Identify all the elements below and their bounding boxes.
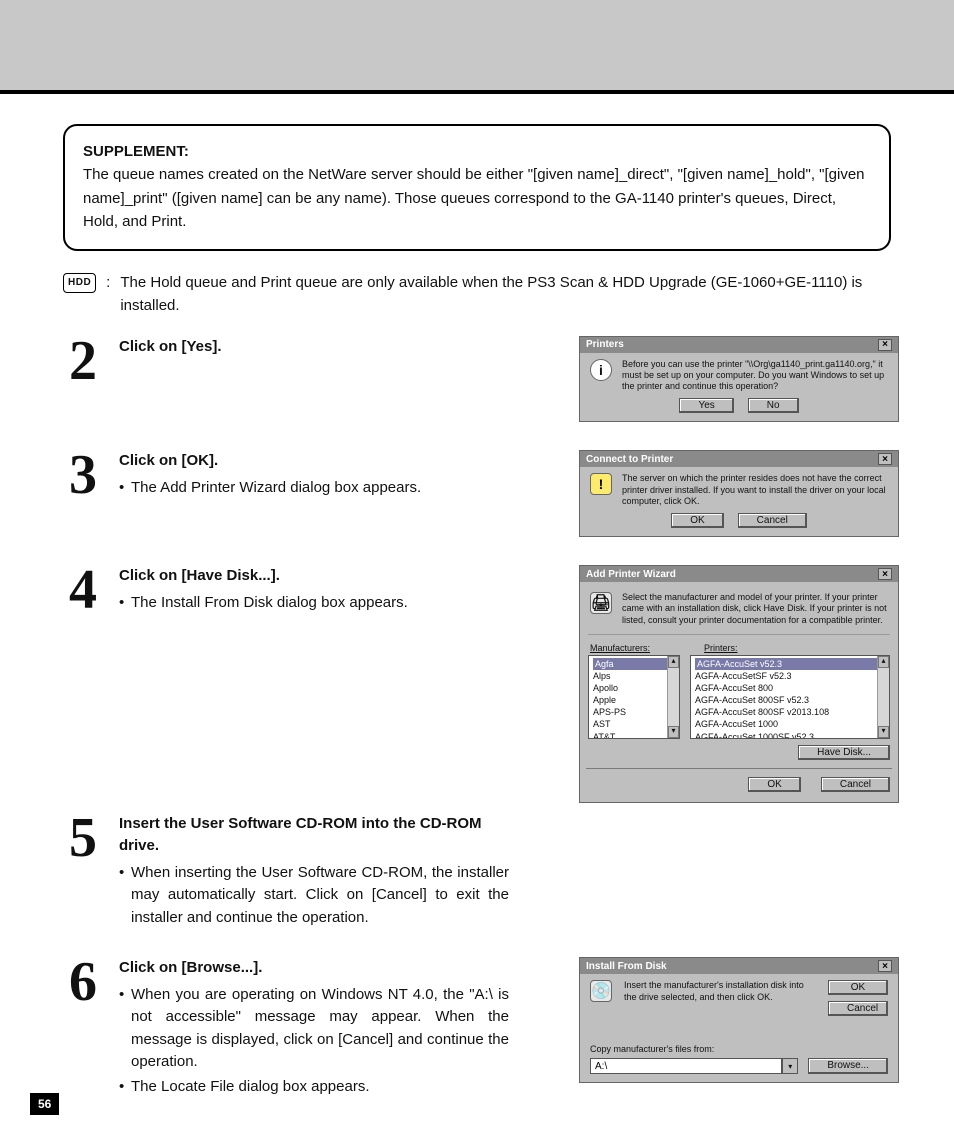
ok-button[interactable]: OK [748, 777, 800, 792]
list-item[interactable]: AGFA-AccuSet 800SF v52.3 [695, 694, 885, 706]
close-icon[interactable]: × [878, 339, 892, 351]
close-icon[interactable]: × [878, 960, 892, 972]
step-title: Insert the User Software CD-ROM into the… [119, 813, 509, 858]
list-item[interactable]: AGFA-AccuSet v52.3 [695, 658, 885, 670]
step-title: Click on [Have Disk...]. [119, 565, 509, 588]
wizard-intro: Select the manufacturer and model of you… [622, 592, 888, 626]
step-4: 4 Click on [Have Disk...]. The Install F… [63, 565, 899, 803]
step-bullet: When you are operating on Windows NT 4.0… [119, 984, 509, 1074]
step-number: 5 [63, 813, 103, 863]
dialog-message: Before you can use the printer "\\Org\ga… [622, 359, 888, 393]
list-item[interactable]: Alps [593, 670, 675, 682]
hdd-badge: HDD [63, 273, 96, 293]
step-5: 5 Insert the User Software CD-ROM into t… [63, 813, 899, 930]
step-2: 2 Click on [Yes]. Printers × i Before you… [63, 336, 899, 423]
close-icon[interactable]: × [878, 568, 892, 580]
list-item[interactable]: AGFA-AccuSet 800 [695, 682, 885, 694]
supplement-box: SUPPLEMENT: The queue names created on t… [63, 124, 891, 251]
list-item[interactable]: AGFA-AccuSet 1000SF v52.3 [695, 731, 885, 739]
dialog-title: Connect to Printer [586, 454, 673, 465]
header-rule [0, 90, 954, 94]
printers-dialog: Printers × i Before you can use the print… [579, 336, 899, 423]
list-item[interactable]: Apollo [593, 682, 675, 694]
scroll-down-icon[interactable]: ▾ [878, 726, 889, 738]
dialog-message: Insert the manufacturer's installation d… [624, 980, 816, 1016]
scrollbar[interactable]: ▴▾ [877, 656, 889, 738]
yes-button[interactable]: Yes [679, 398, 733, 413]
printers-label: Printers: [704, 643, 738, 653]
printer-icon: 🖨 [590, 592, 612, 614]
dialog-title: Printers [586, 339, 624, 350]
scrollbar[interactable]: ▴▾ [667, 656, 679, 738]
scroll-up-icon[interactable]: ▴ [668, 656, 679, 668]
connect-to-printer-dialog: Connect to Printer × ! The server on whic… [579, 450, 899, 537]
info-icon: i [590, 359, 612, 381]
manufacturers-label: Manufacturers: [590, 643, 650, 653]
step-number: 2 [63, 336, 103, 386]
list-item[interactable]: AST [593, 718, 675, 730]
install-from-disk-dialog: Install From Disk × 💿 Insert the manufact… [579, 957, 899, 1083]
page-number: 56 [30, 1093, 59, 1115]
supplement-heading: SUPPLEMENT: [83, 140, 871, 163]
cancel-button[interactable]: Cancel [828, 1001, 888, 1016]
hdd-text: The Hold queue and Print queue are only … [120, 271, 891, 318]
step-bullet: The Add Printer Wizard dialog box appear… [119, 477, 509, 500]
dialog-title: Install From Disk [586, 961, 667, 972]
hdd-colon: : [106, 271, 110, 294]
list-item[interactable]: Agfa [593, 658, 675, 670]
list-item[interactable]: AT&T [593, 731, 675, 739]
manual-page: SUPPLEMENT: The queue names created on t… [0, 0, 954, 1145]
cancel-button[interactable]: Cancel [738, 513, 807, 528]
hdd-note: HDD : The Hold queue and Print queue are… [63, 271, 891, 318]
step-title: Click on [Yes]. [119, 336, 509, 359]
cancel-button[interactable]: Cancel [821, 777, 890, 792]
manufacturers-listbox[interactable]: Agfa Alps Apollo Apple APS-PS AST AT&T ▴… [588, 655, 680, 739]
disk-icon: 💿 [590, 980, 612, 1002]
scroll-up-icon[interactable]: ▴ [878, 656, 889, 668]
printers-listbox[interactable]: AGFA-AccuSet v52.3 AGFA-AccuSetSF v52.3 … [690, 655, 890, 739]
list-item[interactable]: AGFA-AccuSet 800SF v2013.108 [695, 706, 885, 718]
step-title: Click on [OK]. [119, 450, 509, 473]
step-number: 3 [63, 450, 103, 500]
scroll-down-icon[interactable]: ▾ [668, 726, 679, 738]
ok-button[interactable]: OK [828, 980, 888, 995]
step-number: 6 [63, 957, 103, 1007]
path-combobox[interactable]: ▾ [590, 1058, 798, 1074]
step-bullet: When inserting the User Software CD-ROM,… [119, 862, 509, 930]
step-title: Click on [Browse...]. [119, 957, 509, 980]
dropdown-icon[interactable]: ▾ [782, 1058, 798, 1074]
step-bullet: The Install From Disk dialog box appears… [119, 592, 509, 615]
browse-button[interactable]: Browse... [808, 1058, 888, 1074]
copy-from-label: Copy manufacturer's files from: [590, 1044, 888, 1054]
add-printer-wizard-dialog: Add Printer Wizard × 🖨 Select the manufac… [579, 565, 899, 803]
have-disk-button[interactable]: Have Disk... [798, 745, 890, 760]
step-3: 3 Click on [OK]. The Add Printer Wizard … [63, 450, 899, 537]
step-bullet: The Locate File dialog box appears. [119, 1076, 509, 1099]
dialog-title: Add Printer Wizard [586, 569, 676, 580]
step-6: 6 Click on [Browse...]. When you are ope… [63, 957, 899, 1098]
warning-icon: ! [590, 473, 612, 495]
list-item[interactable]: APS-PS [593, 706, 675, 718]
dialog-message: The server on which the printer resides … [622, 473, 888, 507]
ok-button[interactable]: OK [671, 513, 723, 528]
step-number: 4 [63, 565, 103, 615]
no-button[interactable]: No [748, 398, 799, 413]
list-item[interactable]: Apple [593, 694, 675, 706]
steps: 2 Click on [Yes]. Printers × i Before you… [63, 336, 899, 1099]
close-icon[interactable]: × [878, 453, 892, 465]
list-item[interactable]: AGFA-AccuSet 1000 [695, 718, 885, 730]
path-input[interactable] [590, 1058, 782, 1074]
supplement-text: The queue names created on the NetWare s… [83, 163, 871, 233]
list-item[interactable]: AGFA-AccuSetSF v52.3 [695, 670, 885, 682]
